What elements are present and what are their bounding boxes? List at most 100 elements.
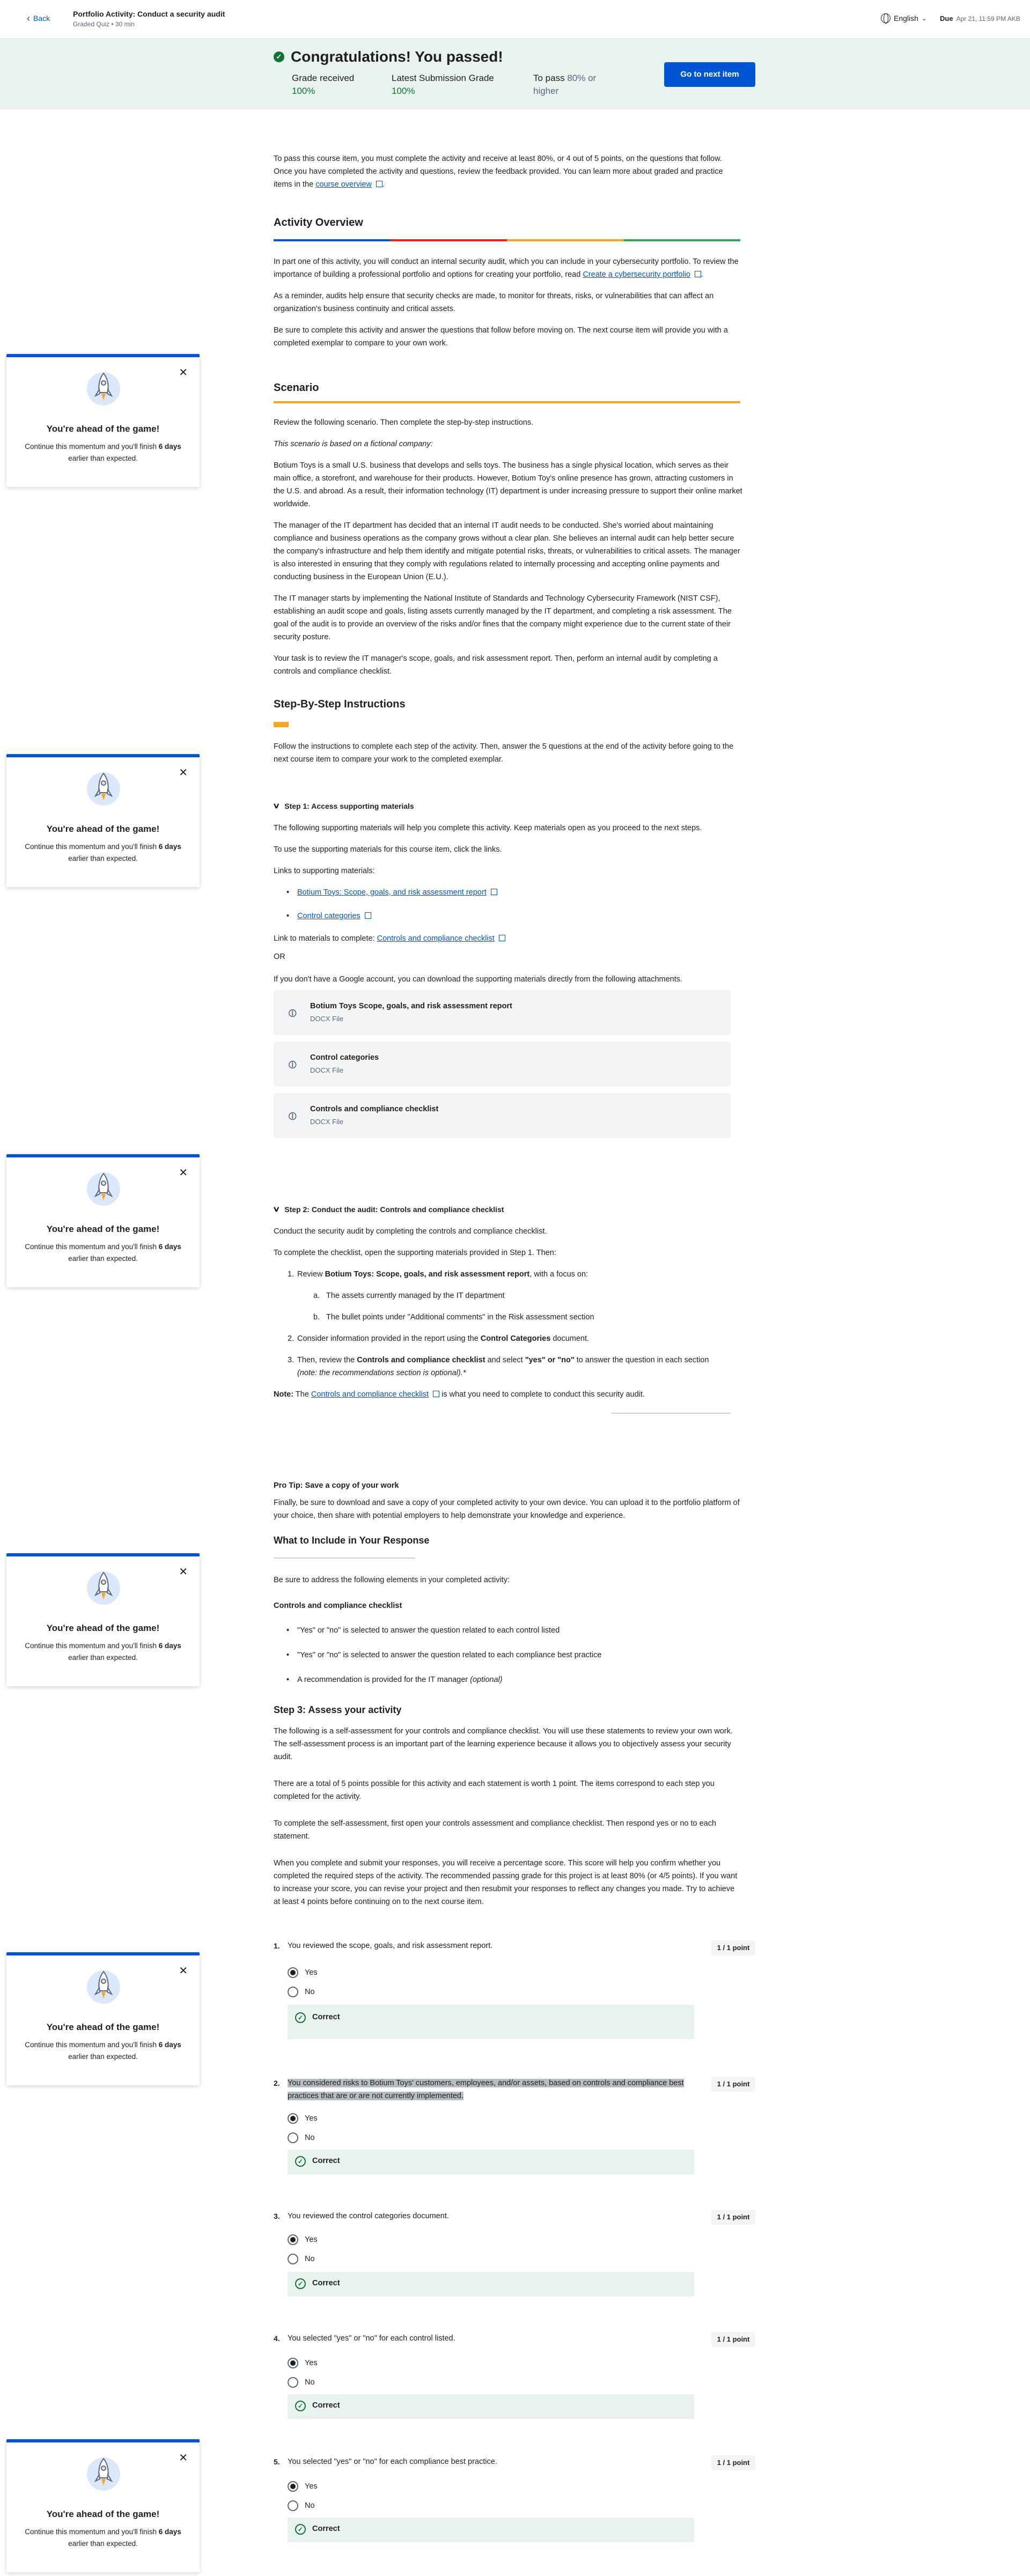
check-circle-icon: ✓ [274, 51, 284, 62]
decorative-line [612, 1413, 731, 1414]
radio-selected[interactable] [288, 2113, 298, 2124]
option-no[interactable]: No [288, 2377, 315, 2388]
card-message: Continue this momentum and you'll finish… [25, 1243, 181, 1263]
check-circle-icon: ✓ [295, 2012, 306, 2023]
ahead-card: ✕ You're ahead of the game! Continue thi… [6, 354, 200, 487]
back-button[interactable]: ‹ Back [27, 13, 50, 24]
attachment-control-categories[interactable]: ⊘ Control categories DOCX File [274, 1042, 731, 1087]
points-badge: 1 / 1 point [711, 2077, 755, 2092]
card-title: You're ahead of the game! [46, 2022, 160, 2032]
include-text: Be sure to address the following element… [274, 1574, 742, 1694]
question-number: 2. [274, 2079, 280, 2087]
check-circle-icon: ✓ [295, 2401, 306, 2411]
page-title: Portfolio Activity: Conduct a security a… [73, 10, 225, 18]
card-title: You're ahead of the game! [46, 1623, 160, 1633]
question-text: You considered risks to Botium Toys' cus… [288, 2079, 684, 2100]
points-badge: 1 / 1 point [711, 2210, 755, 2225]
radio-selected[interactable] [288, 2481, 298, 2492]
pass-banner [0, 39, 1030, 109]
attachment-checklist[interactable]: ⊘ Controls and compliance checklist DOCX… [274, 1093, 731, 1138]
language-label: English [894, 14, 918, 23]
portfolio-link[interactable]: Create a cybersecurity portfolio [583, 270, 690, 279]
checklist-link[interactable]: Controls and compliance checklist [377, 934, 495, 943]
close-icon[interactable]: ✕ [179, 2451, 188, 2464]
feedback-correct: ✓ Correct [288, 2272, 694, 2297]
course-overview-link[interactable]: course overview [315, 180, 372, 189]
question-text: You reviewed the scope, goals, and risk … [288, 1942, 493, 1950]
instructions-text: Follow the instructions to complete each… [274, 742, 734, 764]
section-divider [274, 1558, 415, 1559]
attachment-scope-report[interactable]: ⊘ Botium Toys Scope, goals, and risk ass… [274, 990, 731, 1035]
paperclip-icon: ⊘ [284, 1005, 301, 1022]
external-link-icon [364, 912, 371, 919]
radio-selected[interactable] [288, 2234, 298, 2245]
feedback-correct: ✓ Correct [288, 2518, 694, 2542]
step3-heading: Step 3: Assess your activity [274, 1704, 402, 1715]
option-yes[interactable]: Yes [288, 2234, 318, 2245]
points-badge: 1 / 1 point [711, 1940, 755, 1955]
ahead-card: ✕ You're ahead of the game! Continue thi… [6, 754, 200, 887]
external-link-icon [695, 271, 701, 277]
paperclip-icon: ⊘ [284, 1108, 301, 1125]
option-no[interactable]: No [288, 2254, 315, 2264]
step1-toggle[interactable]: ∨ Step 1: Access supporting materials [272, 801, 414, 810]
checklist-link-note[interactable]: Controls and compliance checklist [311, 1390, 429, 1399]
feedback-correct: ✓ Correct [288, 2150, 694, 2174]
next-item-button[interactable]: Go to next item [664, 62, 755, 87]
close-icon[interactable]: ✕ [179, 1166, 188, 1179]
question-number: 3. [274, 2212, 280, 2220]
control-categories-link[interactable]: Control categories [297, 912, 360, 920]
close-icon[interactable]: ✕ [179, 366, 188, 379]
external-link-icon [376, 181, 382, 187]
radio-selected[interactable] [288, 2358, 298, 2368]
language-selector[interactable]: English ⌄ [881, 13, 927, 24]
top-bar: ‹ Back Portfolio Activity: Conduct a sec… [0, 0, 1030, 39]
question-number: 5. [274, 2457, 280, 2466]
close-icon[interactable]: ✕ [179, 1964, 188, 1977]
ahead-card: ✕ You're ahead of the game! Continue thi… [6, 1952, 200, 2085]
radio-unselected[interactable] [288, 2500, 298, 2511]
rocket-icon [87, 369, 120, 409]
include-heading: What to Include in Your Response [274, 1535, 430, 1546]
question-text: You selected "yes" or "no" for each comp… [288, 2457, 497, 2466]
option-no[interactable]: No [288, 2132, 315, 2143]
rocket-icon [87, 1967, 120, 2007]
external-link-icon [433, 1391, 440, 1397]
back-label: Back [33, 14, 50, 23]
radio-unselected[interactable] [288, 2254, 298, 2264]
external-link-icon [490, 889, 497, 895]
option-yes[interactable]: Yes [288, 2481, 318, 2492]
radio-selected[interactable] [288, 1967, 298, 1978]
rocket-icon [87, 769, 120, 809]
card-message: Continue this momentum and you'll finish… [25, 843, 181, 862]
card-title: You're ahead of the game! [46, 1224, 160, 1234]
question-text: You selected "yes" or "no" for each cont… [288, 2334, 455, 2343]
rocket-icon [87, 1169, 120, 1209]
scenario-text: Review the following scenario. Then comp… [274, 418, 742, 676]
chevron-down-icon: ∨ [272, 801, 281, 810]
latest-submission-grade: Latest Submission Grade 100% [392, 73, 494, 96]
option-yes[interactable]: Yes [288, 1967, 318, 1978]
radio-unselected[interactable] [288, 2377, 298, 2388]
step2-toggle[interactable]: ∨ Step 2: Conduct the audit: Controls an… [273, 1205, 504, 1214]
chevron-left-icon: ‹ [27, 13, 30, 24]
option-yes[interactable]: Yes [288, 2113, 318, 2124]
radio-unselected[interactable] [288, 2132, 298, 2143]
ahead-card: ✕ You're ahead of the game! Continue thi… [6, 1154, 200, 1287]
option-no[interactable]: No [288, 1987, 315, 1997]
option-no[interactable]: No [288, 2500, 315, 2511]
close-icon[interactable]: ✕ [179, 1565, 188, 1578]
option-yes[interactable]: Yes [288, 2358, 318, 2368]
radio-unselected[interactable] [288, 1987, 298, 1997]
card-message: Continue this momentum and you'll finish… [25, 442, 181, 462]
chevron-down-icon: ⌄ [921, 15, 927, 22]
activity-overview-text: In part one of this activity, you will c… [274, 257, 739, 348]
section-divider [274, 722, 289, 727]
due-date: Due Apr 21, 11:59 PM AKB [940, 14, 1020, 23]
scope-report-link[interactable]: Botium Toys: Scope, goals, and risk asse… [297, 888, 487, 897]
close-icon[interactable]: ✕ [179, 766, 188, 779]
section-divider [274, 239, 740, 241]
globe-icon [881, 13, 891, 24]
ahead-card: ✕ You're ahead of the game! Continue thi… [6, 1553, 200, 1686]
grade-received: Grade received 100% [292, 73, 355, 96]
